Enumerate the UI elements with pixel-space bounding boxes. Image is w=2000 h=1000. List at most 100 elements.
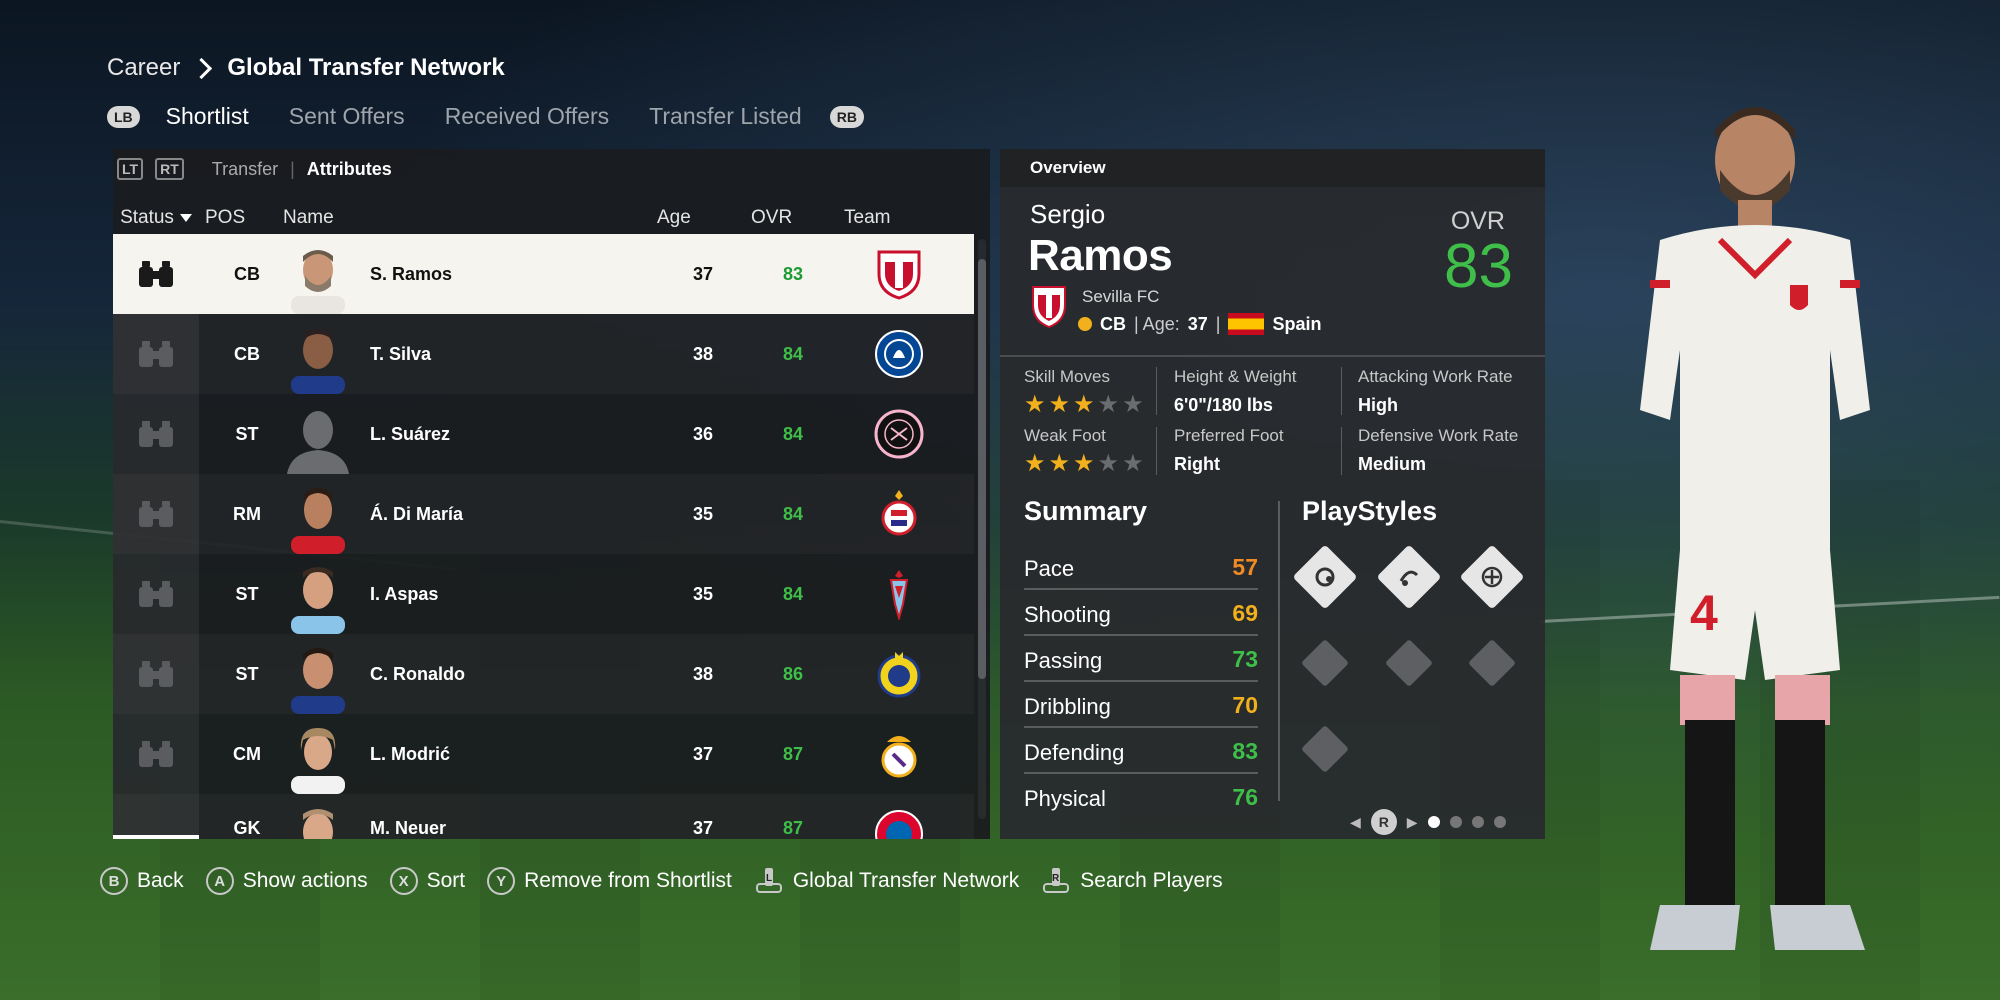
overview-header: Overview	[1000, 149, 1545, 187]
stat-passing: Passing 73	[1024, 636, 1258, 682]
playstyle-block-icon[interactable]	[1292, 544, 1358, 610]
subtab-transfer[interactable]: Transfer	[212, 159, 278, 180]
position-dot-icon	[1078, 317, 1092, 331]
table-row[interactable]: CB S. Ramos 37 83	[113, 234, 974, 314]
table-row[interactable]: CM L. Modrić 37 87	[113, 714, 974, 794]
x-button-icon: X	[389, 867, 418, 895]
hint-back[interactable]: B Back	[100, 867, 184, 895]
player-pos: GK	[233, 818, 261, 838]
table-row[interactable]: ST C. Ronaldo 38 86	[113, 634, 974, 714]
ovr-rating: 83	[1444, 232, 1513, 301]
club-name: Sevilla FC	[1082, 287, 1160, 306]
page-dot[interactable]	[1427, 816, 1440, 828]
playstyle-locked-icon	[1300, 638, 1350, 688]
overview-title: Overview	[1030, 158, 1106, 177]
table-row[interactable]: RM Á. Di María 35 84	[113, 474, 974, 554]
column-header-pos[interactable]: POS	[205, 199, 245, 237]
hint-sort[interactable]: X Sort	[389, 867, 466, 895]
player-table: CB S. Ramos 37 83 CB T. Silva 38 84 ST L…	[113, 234, 974, 839]
page-dot[interactable]	[1471, 816, 1484, 828]
table-row[interactable]: ST I. Aspas 35 84	[113, 554, 974, 634]
scrollbar-thumb[interactable]	[978, 259, 986, 679]
chevron-right-icon	[191, 57, 213, 79]
playstyle-aerial-icon[interactable]	[1376, 544, 1442, 610]
playstyle-locked-icon	[1467, 638, 1517, 688]
breadcrumb-root[interactable]: Career	[107, 54, 180, 82]
player-age: 38	[692, 343, 713, 364]
age-label: | Age:	[1134, 313, 1180, 334]
player-pos: CB	[234, 263, 260, 284]
star-filled-icon: ★	[1048, 450, 1071, 477]
skill-moves: Skill Moves ★ ★ ★ ★ ★	[1024, 367, 1144, 417]
celta-crest-icon	[889, 570, 909, 620]
player-ovr: 87	[782, 743, 803, 764]
button-hints: B Back A Show actions X Sort Y Remove fr…	[100, 866, 1223, 896]
player-meta: CB | Age: 37 | Spain	[1078, 313, 1321, 335]
tab-sent-offers[interactable]: Sent Offers	[289, 103, 405, 130]
view-toggle: LT RT Transfer | Attributes	[113, 149, 392, 189]
defensive-work-rate: Defensive Work Rate Medium	[1358, 426, 1518, 475]
hint-show-actions[interactable]: A Show actions	[205, 867, 368, 895]
player-avatar	[283, 802, 353, 839]
rt-button-icon[interactable]: RT	[155, 158, 184, 180]
player-pos: ST	[235, 423, 259, 444]
star-empty-icon: ★	[1097, 450, 1120, 477]
height-weight: Height & Weight 6'0"/180 lbs	[1174, 367, 1297, 416]
column-header-name[interactable]: Name	[283, 199, 334, 237]
real-madrid-crest-icon	[881, 736, 917, 778]
status-cell	[113, 234, 199, 314]
attacking-wr-label: Attacking Work Rate	[1358, 367, 1513, 386]
column-header-ovr[interactable]: OVR	[751, 199, 792, 237]
column-header-team[interactable]: Team	[844, 199, 890, 237]
tab-received-offers[interactable]: Received Offers	[445, 103, 609, 130]
summary-title: Summary	[1024, 496, 1148, 526]
pager-left-arrow-icon[interactable]: ◀	[1350, 814, 1361, 831]
player-age: 37	[1187, 313, 1208, 334]
table-row[interactable]: CB T. Silva 38 84	[113, 314, 974, 394]
pager-right-arrow-icon[interactable]: ▶	[1407, 814, 1418, 831]
sevilla-crest-icon	[1032, 286, 1066, 329]
stat-value: 57	[1232, 554, 1258, 580]
overview-pager[interactable]: ◀ R ▶	[1350, 809, 1506, 835]
column-header-age[interactable]: Age	[657, 199, 691, 237]
player-age: 38	[692, 663, 713, 684]
rb-button-icon[interactable]: RB	[829, 105, 864, 128]
hint-remove-from-shortlist[interactable]: Y Remove from Shortlist	[487, 867, 732, 895]
player-avatar	[283, 322, 353, 394]
divider	[1278, 501, 1280, 801]
playstyle-anticipate-icon[interactable]	[1459, 544, 1525, 610]
table-row[interactable]: ST L. Suárez 36 84	[113, 394, 974, 474]
tab-transfer-listed[interactable]: Transfer Listed	[649, 103, 802, 130]
r-stick-button-icon[interactable]: R	[1370, 809, 1397, 835]
lb-button-icon[interactable]: LB	[107, 105, 140, 128]
tab-shortlist[interactable]: Shortlist	[166, 103, 249, 130]
attacking-work-rate: Attacking Work Rate High	[1358, 367, 1513, 416]
lt-button-icon[interactable]: LT	[117, 158, 144, 180]
status-cell	[113, 634, 199, 714]
hint-search-players[interactable]: R Search Players	[1041, 866, 1223, 896]
player-name: Á. Di María	[370, 503, 464, 524]
benfica-crest-icon	[881, 490, 917, 536]
page-dot[interactable]	[1449, 816, 1462, 828]
table-row[interactable]: GK M. Neuer 37 87	[113, 794, 974, 839]
binoculars-icon	[139, 421, 173, 447]
player-ovr: 87	[782, 818, 803, 838]
star-filled-icon: ★	[1024, 450, 1046, 477]
a-button-icon: A	[205, 867, 234, 895]
defensive-wr-label: Defensive Work Rate	[1358, 426, 1519, 445]
player-pos: RM	[233, 503, 261, 524]
left-stick-icon: L	[755, 868, 782, 893]
height-weight-value: 6'0"/180 lbs	[1174, 395, 1273, 415]
spain-flag-icon	[1228, 313, 1265, 335]
hint-label: Search Players	[1080, 869, 1223, 892]
playstyles-title: PlayStyles	[1302, 496, 1438, 526]
subtab-attributes[interactable]: Attributes	[307, 159, 392, 180]
stat-value: 69	[1232, 600, 1258, 626]
player-name: M. Neuer	[370, 818, 447, 838]
breadcrumb: Career Global Transfer Network	[107, 54, 505, 82]
hint-label: Sort	[426, 869, 466, 892]
playstyle-locked-icon	[1300, 724, 1350, 774]
page-dot[interactable]	[1493, 816, 1506, 828]
status-cell	[113, 394, 199, 474]
hint-global-transfer-network[interactable]: L Global Transfer Network	[754, 866, 1019, 896]
